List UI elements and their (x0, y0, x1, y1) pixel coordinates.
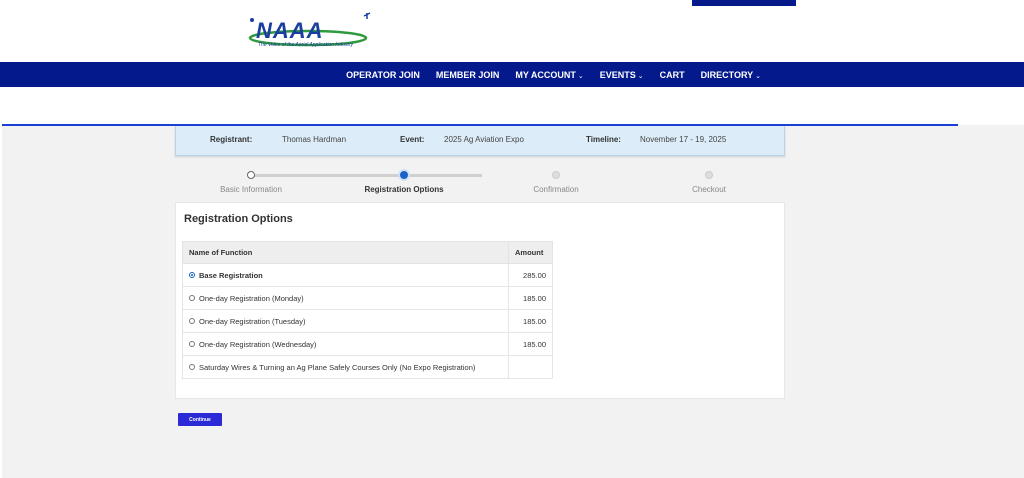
options-table: Name of Function Amount Base Registratio… (182, 241, 553, 379)
option-radio[interactable] (189, 272, 195, 278)
chevron-down-icon: ⌄ (637, 72, 644, 80)
nav-item-label: OPERATOR JOIN (346, 69, 420, 80)
table-row[interactable]: One-day Registration (Tuesday) 185.00 (182, 309, 553, 333)
step-dot-2 (400, 171, 408, 179)
function-cell: One-day Registration (Monday) (182, 286, 509, 310)
option-label: One-day Registration (Tuesday) (199, 316, 306, 326)
option-radio[interactable] (189, 364, 195, 370)
option-radio[interactable] (189, 295, 195, 301)
main-navbar: OPERATOR JOIN MEMBER JOIN MY ACCOUNT ⌄ EVENT… (0, 62, 1024, 87)
table-body: Base Registration 285.00 One-day Registrat… (182, 263, 553, 379)
header-amount: Amount (508, 241, 553, 264)
continue-button[interactable]: Continue (178, 413, 222, 426)
nav-item-label: MY ACCOUNT (515, 69, 576, 80)
event-label: Event: (400, 135, 425, 144)
amount-cell: 185.00 (508, 332, 553, 356)
timeline-label: Timeline: (586, 135, 621, 144)
nav-item-label: DIRECTORY (700, 69, 754, 80)
step-label-3: Confirmation (533, 185, 579, 194)
step-label-1: Basic Information (220, 185, 282, 194)
nav-item-directory[interactable]: DIRECTORY ⌄ (693, 70, 769, 80)
step-label-4: Checkout (692, 185, 726, 194)
function-cell: Saturday Wires & Turning an Ag Plane Saf… (182, 355, 509, 379)
table-header-row: Name of Function Amount (182, 241, 553, 264)
top-accent-bar (692, 0, 796, 6)
amount-cell (508, 355, 553, 379)
function-cell: Base Registration (182, 263, 509, 287)
function-cell: One-day Registration (Tuesday) (182, 309, 509, 333)
nav-menu: OPERATOR JOIN MEMBER JOIN MY ACCOUNT ⌄ EVENT… (338, 62, 769, 87)
option-label: Saturday Wires & Turning an Ag Plane Saf… (199, 362, 476, 372)
event-value: 2025 Ag Aviation Expo (444, 135, 524, 144)
site-header: NAAA The Voice of the Aerial Application… (0, 0, 1024, 62)
nav-item-label: EVENTS (599, 69, 636, 80)
amount-cell: 185.00 (508, 309, 553, 333)
left-edge (0, 87, 2, 478)
registrant-label: Registrant: (210, 135, 253, 144)
step-dot-1 (247, 171, 255, 179)
nav-item-member-join[interactable]: MEMBER JOIN (428, 70, 508, 80)
option-label: Base Registration (199, 270, 263, 280)
amount-cell: 185.00 (508, 286, 553, 310)
chevron-down-icon: ⌄ (577, 72, 584, 80)
step-dot-3 (552, 171, 560, 179)
option-radio[interactable] (189, 318, 195, 324)
logo-tagline: The Voice of the Aerial Application Indu… (258, 42, 354, 48)
header-spacer (0, 87, 1024, 125)
step-progress-line (253, 174, 482, 177)
logo-text: NAAA (256, 18, 324, 43)
naaa-logo[interactable]: NAAA The Voice of the Aerial Application… (246, 12, 376, 52)
table-row[interactable]: One-day Registration (Wednesday) 185.00 (182, 332, 553, 356)
option-radio[interactable] (189, 341, 195, 347)
nav-item-my-account[interactable]: MY ACCOUNT ⌄ (507, 70, 591, 80)
nav-item-events[interactable]: EVENTS ⌄ (592, 70, 652, 80)
table-row[interactable]: Base Registration 285.00 (182, 263, 553, 287)
amount-cell: 285.00 (508, 263, 553, 287)
option-row: Saturday Wires & Turning an Ag Plane Saf… (189, 363, 502, 372)
panel-title: Registration Options (184, 213, 293, 225)
registration-info-bar: Registrant: Thomas Hardman Event: 2025 A… (175, 126, 785, 156)
timeline-value: November 17 - 19, 2025 (640, 135, 727, 144)
function-cell: One-day Registration (Wednesday) (182, 332, 509, 356)
nav-item-operator-join[interactable]: OPERATOR JOIN (338, 70, 428, 80)
option-row: One-day Registration (Wednesday) (189, 340, 502, 349)
table-row[interactable]: Saturday Wires & Turning an Ag Plane Saf… (182, 355, 553, 379)
option-label: One-day Registration (Monday) (199, 293, 304, 303)
option-row: One-day Registration (Tuesday) (189, 317, 502, 326)
step-dot-4 (705, 171, 713, 179)
registration-options-panel: Registration Options Name of Function Am… (175, 202, 785, 399)
chevron-down-icon: ⌄ (755, 72, 761, 80)
nav-item-label: MEMBER JOIN (435, 69, 500, 80)
table-row[interactable]: One-day Registration (Monday) 185.00 (182, 286, 553, 310)
header-name-of-function: Name of Function (182, 241, 509, 264)
nav-item-cart[interactable]: CART (652, 70, 693, 80)
option-row: One-day Registration (Monday) (189, 294, 502, 303)
option-row: Base Registration (189, 271, 502, 280)
nav-item-label: CART (659, 69, 685, 80)
step-label-2: Registration Options (364, 185, 444, 194)
registrant-value: Thomas Hardman (282, 135, 347, 144)
option-label: One-day Registration (Wednesday) (199, 339, 317, 349)
progress-steps: Basic Information Registration Options Con… (175, 168, 785, 198)
